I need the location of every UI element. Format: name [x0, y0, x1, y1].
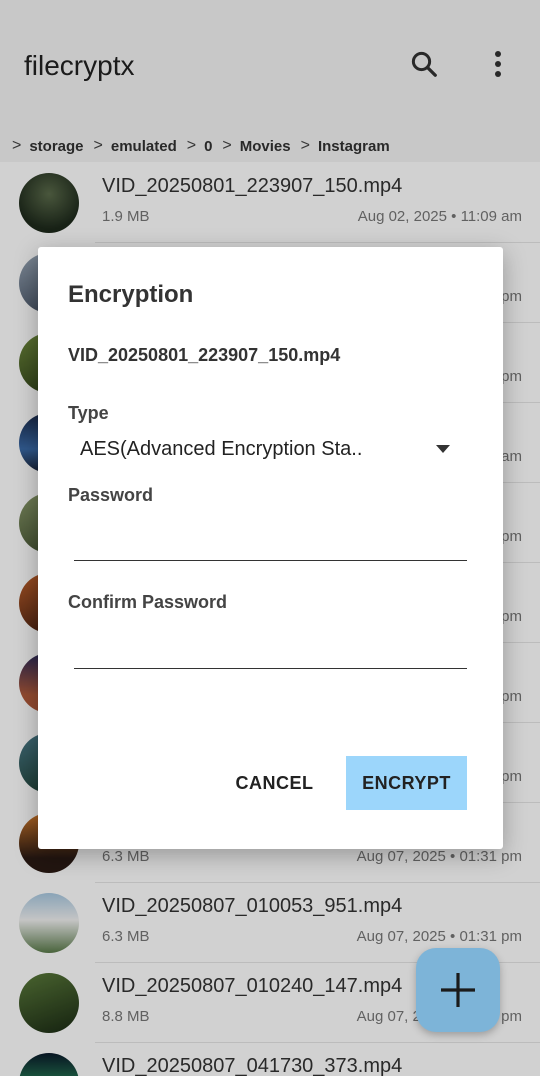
dropdown-arrow-icon: [436, 445, 450, 453]
encrypt-button[interactable]: ENCRYPT: [346, 756, 467, 810]
dialog-filename: VID_20250801_223907_150.mp4: [68, 345, 341, 365]
password-input[interactable]: [74, 515, 467, 561]
password-label: Password: [68, 485, 154, 505]
cancel-button[interactable]: CANCEL: [222, 756, 327, 810]
add-icon: [441, 973, 475, 1007]
type-selected-value: AES(Advanced Encryption Sta..: [80, 437, 363, 460]
confirm-password-input[interactable]: [74, 623, 467, 669]
encryption-dialog: Encryption VID_20250801_223907_150.mp4 T…: [38, 247, 503, 849]
encryption-type-select[interactable]: AES(Advanced Encryption Sta..: [80, 433, 450, 465]
dialog-title: Encryption: [68, 281, 194, 308]
type-label: Type: [68, 403, 109, 423]
add-fab-button[interactable]: [416, 948, 500, 1032]
confirm-password-label: Confirm Password: [68, 592, 228, 612]
